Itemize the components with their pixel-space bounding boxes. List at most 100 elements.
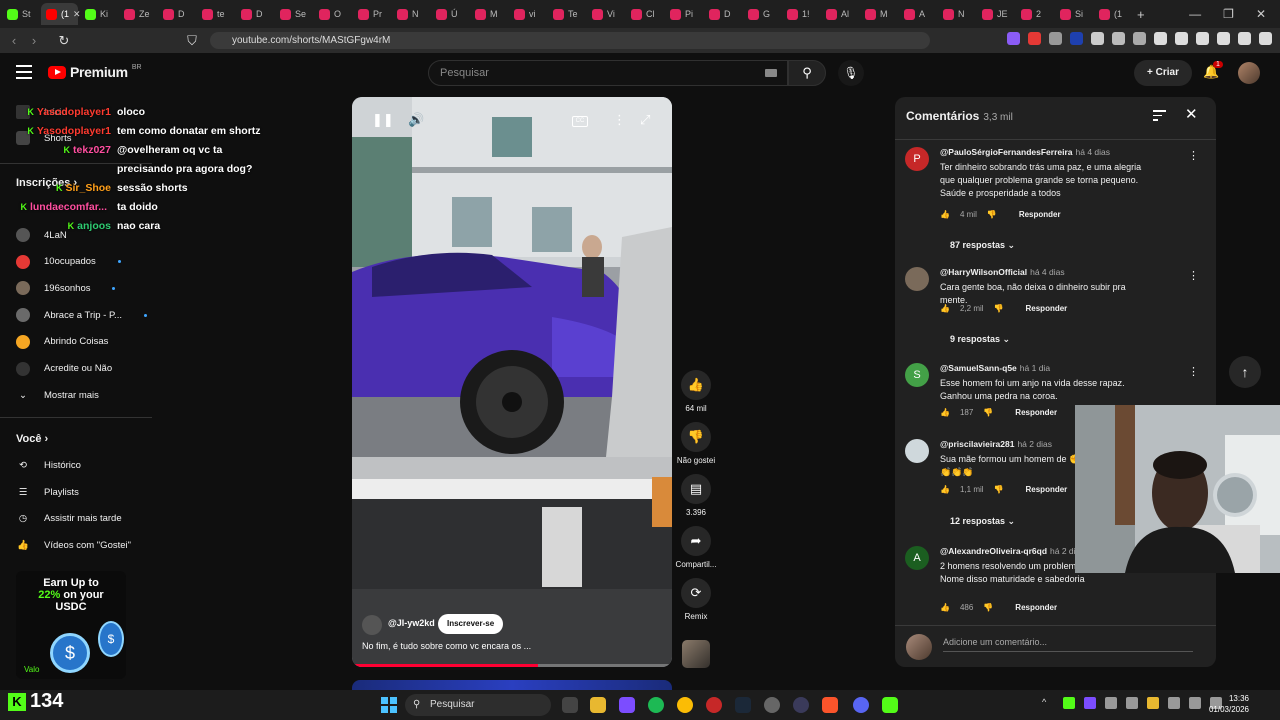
comment-time[interactable]: há 4 dias <box>1030 267 1065 277</box>
more-options-icon[interactable]: ⋮ <box>613 112 626 128</box>
file-explorer-icon[interactable] <box>590 697 606 713</box>
hamburger-menu-icon[interactable] <box>16 65 32 79</box>
shorts-video-player[interactable]: ❚❚ 🔊 CC ⋮ ⤢ @Jl-yw2kd Inscrever-se No fi… <box>352 97 672 667</box>
spotify-icon[interactable] <box>648 697 664 713</box>
extension-icon[interactable] <box>1196 32 1209 45</box>
sidebar-item-watch-later[interactable]: ◷ Assistir mais tarde <box>16 505 122 531</box>
video-title[interactable]: No fim, é tudo sobre como vc encara os .… <box>362 641 531 651</box>
create-button[interactable]: + Criar <box>1134 60 1192 86</box>
add-comment-input[interactable]: Adicione um comentário... <box>943 637 1193 652</box>
sidebar-item-history[interactable]: ⟲ Histórico <box>16 452 81 478</box>
browser-tab[interactable]: Cl <box>626 3 663 25</box>
new-tab-button[interactable]: + <box>1137 7 1145 22</box>
thumbs-down-icon[interactable]: 👎 <box>994 304 1004 313</box>
comment-time[interactable]: há 1 dia <box>1020 363 1050 373</box>
thumbs-up-icon[interactable]: 👍 <box>940 304 950 313</box>
maximize-icon[interactable]: ❐ <box>1223 7 1234 21</box>
browser-tab[interactable]: Vi <box>587 3 624 25</box>
avatar[interactable]: A <box>905 546 929 570</box>
dislike-button[interactable]: 👎 Não gostei <box>674 422 718 465</box>
browser-tab[interactable]: te <box>197 3 234 25</box>
sound-thumbnail[interactable] <box>682 640 710 668</box>
channel-name[interactable]: @Jl-yw2kd <box>388 618 435 628</box>
extension-icon[interactable] <box>1049 32 1062 45</box>
browser-tab[interactable]: D <box>158 3 195 25</box>
comment-author[interactable]: @PauloSérgioFernandesFerreira há 4 dias <box>940 147 1110 157</box>
browser-tab[interactable]: N <box>938 3 975 25</box>
voice-search-button[interactable]: 🎙 <box>838 60 864 86</box>
chrome-icon[interactable] <box>677 697 693 713</box>
browser-tab[interactable]: St <box>2 3 39 25</box>
clock[interactable]: 13:36 01/03/2026 <box>1207 693 1249 715</box>
browser-tab[interactable]: M <box>470 3 507 25</box>
forward-icon[interactable]: › <box>24 33 44 48</box>
more-options-icon[interactable]: ⋮ <box>1188 149 1199 162</box>
app-icon[interactable] <box>764 697 780 713</box>
extension-icon[interactable] <box>1154 32 1167 45</box>
browser-tab[interactable]: Ze <box>119 3 156 25</box>
avatar[interactable] <box>905 267 929 291</box>
bookmark-icon[interactable]: ⛉ <box>182 33 202 49</box>
task-view-icon[interactable] <box>562 697 578 713</box>
comment-author[interactable]: @AlexandreOliveira-qr6qd há 2 dias <box>940 546 1085 556</box>
browser-tab[interactable]: D <box>236 3 273 25</box>
avatar[interactable]: P <box>905 147 929 171</box>
reply-button[interactable]: Responder <box>1019 210 1061 219</box>
browser-tab[interactable]: Se <box>275 3 312 25</box>
brave-icon[interactable] <box>822 697 838 713</box>
pause-icon[interactable]: ❚❚ <box>372 112 394 128</box>
tray-icon[interactable] <box>1084 697 1096 709</box>
reply-button[interactable]: Responder <box>1026 304 1068 313</box>
thumbs-down-icon[interactable]: 👎 <box>983 408 993 417</box>
extension-icon[interactable] <box>1007 32 1020 45</box>
sort-icon[interactable] <box>1153 110 1166 124</box>
browser-tab[interactable]: Te <box>548 3 585 25</box>
mic-icon[interactable] <box>1168 697 1180 709</box>
browser-tab[interactable]: 2 <box>1016 3 1053 25</box>
close-icon[interactable]: ✕ <box>1185 105 1198 123</box>
thumbs-down-icon[interactable]: 👎 <box>994 485 1004 494</box>
crypto-ad-banner[interactable]: Earn Up to 22% on your USDC $ $ Valo <box>16 571 126 679</box>
reload-icon[interactable]: ↻ <box>54 33 74 49</box>
extension-icon[interactable] <box>1133 32 1146 45</box>
chevron-up-icon[interactable]: ^ <box>1042 697 1054 709</box>
browser-tab[interactable]: Pr <box>353 3 390 25</box>
browser-tab[interactable]: M <box>860 3 897 25</box>
keyboard-icon[interactable] <box>765 69 777 77</box>
browser-tab[interactable]: Al <box>821 3 858 25</box>
view-replies-button[interactable]: 9 respostas ⌄ <box>950 334 1010 345</box>
youtube-premium-logo[interactable]: Premium BR <box>48 64 142 80</box>
wifi-icon[interactable] <box>1189 697 1201 709</box>
subscribe-button[interactable]: Inscrever-se <box>438 614 504 634</box>
browser-tab[interactable]: Ki <box>80 3 117 25</box>
more-options-icon[interactable]: ⋮ <box>1188 269 1199 282</box>
opera-icon[interactable] <box>706 697 722 713</box>
fullscreen-icon[interactable]: ⤢ <box>640 112 650 128</box>
remix-button[interactable]: ⟳ Remix <box>674 578 718 621</box>
extension-icon[interactable] <box>1217 32 1230 45</box>
extension-icon[interactable] <box>1028 32 1041 45</box>
sidebar-item-subscription[interactable]: 196sonhos <box>16 275 116 301</box>
url-field[interactable]: youtube.com/shorts/MAStGFgw4rM <box>210 32 930 49</box>
browser-tab[interactable]: (1 <box>1094 3 1131 25</box>
extension-icon[interactable] <box>1175 32 1188 45</box>
comment-author[interactable]: @priscilavieira281 há 2 dias <box>940 439 1052 449</box>
show-more-button[interactable]: ⌄ Mostrar mais <box>16 382 99 408</box>
steam-icon[interactable] <box>735 697 751 713</box>
search-button[interactable]: ⚲ <box>788 60 826 86</box>
more-options-icon[interactable]: ⋮ <box>1188 365 1199 378</box>
thumbs-up-icon[interactable]: 👍 <box>940 603 950 612</box>
kick-app-icon[interactable] <box>882 697 898 713</box>
reply-button[interactable]: Responder <box>1026 485 1068 494</box>
app-icon[interactable] <box>793 697 809 713</box>
view-replies-button[interactable]: 12 respostas ⌄ <box>950 516 1015 527</box>
avatar[interactable] <box>905 439 929 463</box>
avatar[interactable]: S <box>905 363 929 387</box>
next-video-preview[interactable] <box>352 680 672 690</box>
browser-tab[interactable]: Pi <box>665 3 702 25</box>
you-heading[interactable]: Você › <box>16 433 48 445</box>
extension-icon[interactable] <box>1238 32 1251 45</box>
video-progress-bar[interactable] <box>352 664 672 667</box>
browser-tab[interactable]: N <box>392 3 429 25</box>
browser-tab[interactable]: 1! <box>782 3 819 25</box>
